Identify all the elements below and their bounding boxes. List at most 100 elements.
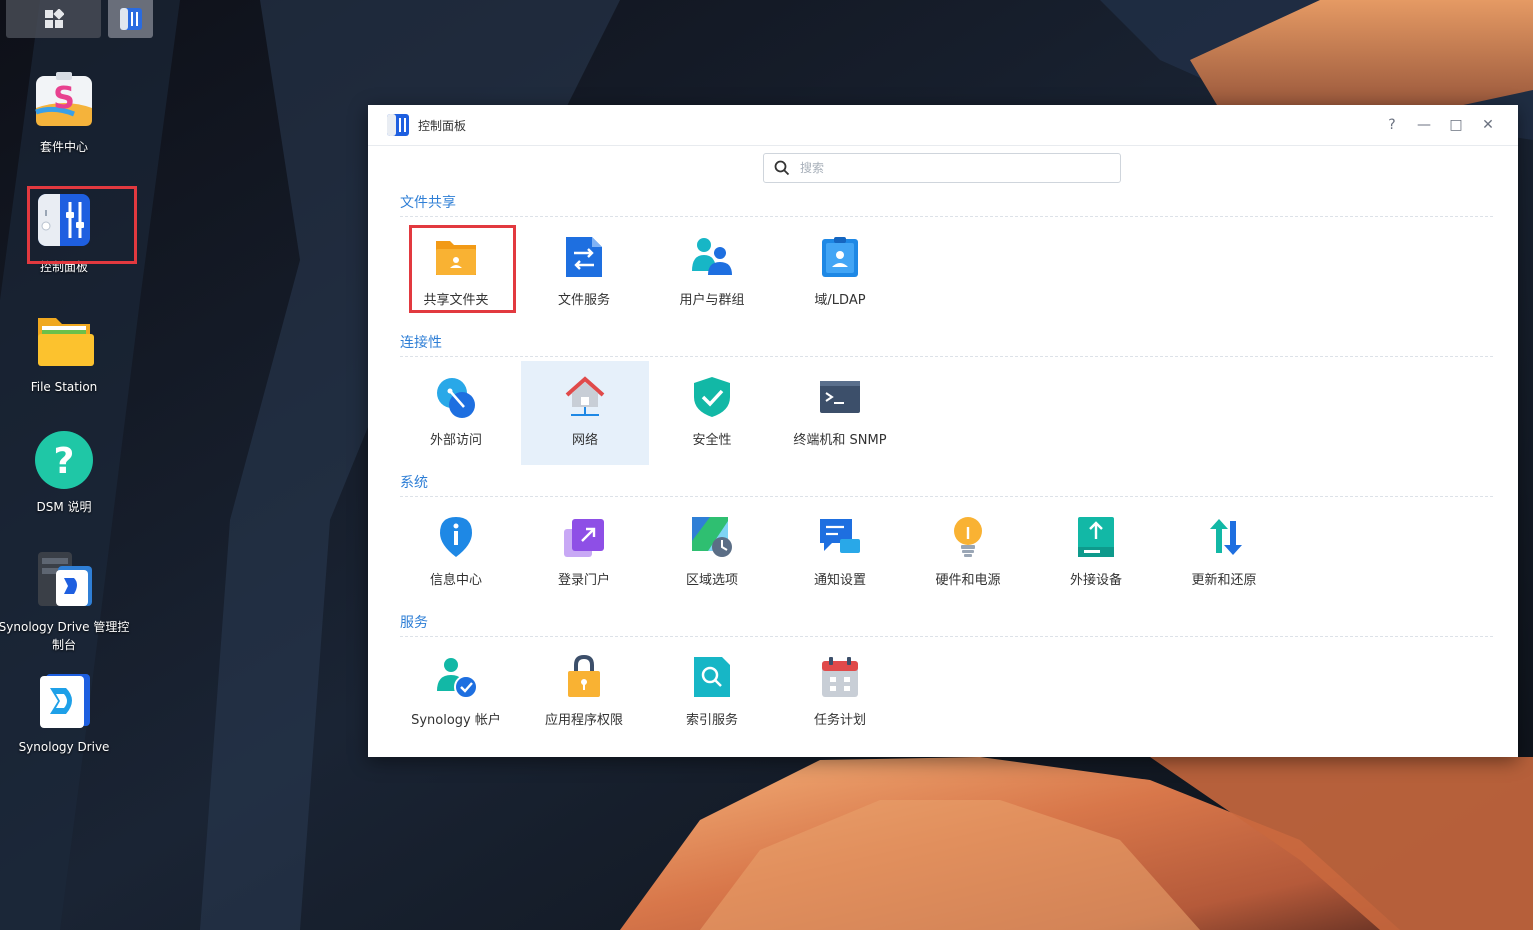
file-services-icon xyxy=(566,237,602,277)
control-panel-window[interactable]: 控制面板 ? — □ ✕ 文件共享 共享文件夹 文件服 xyxy=(368,105,1518,757)
tile-login-portal[interactable]: 登录门户 xyxy=(520,503,648,606)
desktop-icon-synology-drive[interactable]: Synology Drive xyxy=(0,670,128,756)
shared-folder-icon xyxy=(436,241,476,275)
tile-label: 文件服务 xyxy=(557,293,610,308)
control-panel-icon xyxy=(119,8,142,30)
tile-label: 区域选项 xyxy=(685,573,738,588)
external-devices-icon xyxy=(1078,517,1114,557)
regional-options-icon xyxy=(692,517,732,557)
section-divider xyxy=(400,356,1493,357)
tile-terminal-snmp[interactable]: 终端机和 SNMP xyxy=(776,363,904,466)
tile-external-devices[interactable]: 外接设备 xyxy=(1032,503,1160,606)
info-center-icon xyxy=(440,517,472,557)
desktop-icon-label: 控制面板 xyxy=(39,260,88,274)
close-button[interactable]: ✕ xyxy=(1472,105,1504,145)
section-title-file-sharing: 文件共享 xyxy=(400,195,456,211)
terminal-icon xyxy=(820,381,860,413)
domain-ldap-icon xyxy=(822,237,858,277)
help-icon: ? xyxy=(35,431,93,489)
search-input[interactable] xyxy=(798,160,1102,176)
svg-text:?: ? xyxy=(54,441,75,482)
tile-label: 终端机和 SNMP xyxy=(793,433,887,448)
login-portal-icon xyxy=(564,519,604,557)
package-center-icon: S xyxy=(35,72,92,126)
search-icon xyxy=(774,160,790,176)
section-title-system: 系统 xyxy=(400,475,428,491)
drive-admin-icon xyxy=(38,552,92,606)
task-scheduler-icon xyxy=(822,657,858,697)
section-title-services: 服务 xyxy=(400,615,428,631)
section-divider xyxy=(400,636,1493,637)
tile-label: 外部访问 xyxy=(429,433,482,448)
desktop-icon-control-panel[interactable]: 控制面板 xyxy=(0,190,128,276)
desktop-icon-label: 套件中心 xyxy=(39,140,88,154)
search-box[interactable] xyxy=(763,153,1121,183)
tile-label: 通知设置 xyxy=(813,573,866,588)
desktop-icon-drive-admin[interactable]: Synology Drive 管理控制台 xyxy=(0,550,129,654)
window-title: 控制面板 xyxy=(418,118,467,133)
tile-label: 索引服务 xyxy=(685,713,738,728)
tile-shared-folder[interactable]: 共享文件夹 xyxy=(392,223,520,326)
section-divider xyxy=(400,496,1493,497)
notification-icon xyxy=(820,519,860,553)
network-icon xyxy=(565,376,605,416)
tile-info-center[interactable]: 信息中心 xyxy=(392,503,520,606)
svg-text:S: S xyxy=(53,81,75,116)
tile-label: 更新和还原 xyxy=(1191,573,1257,588)
tile-app-privileges[interactable]: 应用程序权限 xyxy=(520,643,648,746)
main-menu-button[interactable] xyxy=(6,0,101,38)
desktop-icon-label: Synology Drive xyxy=(18,740,110,754)
minimize-button[interactable]: — xyxy=(1408,105,1440,145)
indexing-service-icon xyxy=(694,657,730,697)
desktop-icon-label: Synology Drive 管理控制台 xyxy=(0,620,130,652)
folder-icon xyxy=(38,318,94,366)
app-privileges-icon xyxy=(568,655,600,697)
tile-hardware-power[interactable]: 硬件和电源 xyxy=(904,503,1032,606)
tile-label: 安全性 xyxy=(692,433,732,448)
tile-label: Synology 帐户 xyxy=(411,713,501,728)
tile-domain-ldap[interactable]: 域/LDAP xyxy=(776,223,904,326)
section-divider xyxy=(400,216,1493,217)
tile-user-group[interactable]: 用户与群组 xyxy=(648,223,776,326)
drive-icon xyxy=(40,674,90,728)
tile-label: 网络 xyxy=(571,433,598,448)
tile-synology-account[interactable]: Synology 帐户 xyxy=(392,643,520,746)
desktop-icon-label: DSM 说明 xyxy=(36,500,92,514)
tile-label: 用户与群组 xyxy=(679,293,745,308)
minimize-icon: — xyxy=(1417,117,1431,133)
help-button[interactable]: ? xyxy=(1376,105,1408,145)
tile-security[interactable]: 安全性 xyxy=(648,363,776,466)
desktop-icon-dsm-help[interactable]: ? DSM 说明 xyxy=(0,430,128,516)
external-access-icon xyxy=(437,378,475,418)
tile-task-scheduler[interactable]: 任务计划 xyxy=(776,643,904,746)
tile-label: 信息中心 xyxy=(429,573,482,588)
tile-external-access[interactable]: 外部访问 xyxy=(392,363,520,466)
tile-label: 登录门户 xyxy=(557,573,610,588)
close-icon: ✕ xyxy=(1482,117,1494,133)
desktop-icon-file-station[interactable]: File Station xyxy=(0,310,128,396)
tile-network[interactable]: 网络 xyxy=(521,361,649,465)
tile-indexing-service[interactable]: 索引服务 xyxy=(648,643,776,746)
hardware-power-icon xyxy=(954,517,982,557)
tile-regional-options[interactable]: 区域选项 xyxy=(648,503,776,606)
user-group-icon xyxy=(692,238,732,275)
control-panel-icon xyxy=(38,194,90,246)
maximize-icon: □ xyxy=(1449,117,1463,133)
desktop-icon-package-center[interactable]: S 套件中心 xyxy=(0,70,128,156)
synology-account-icon xyxy=(437,658,478,699)
section-title-connectivity: 连接性 xyxy=(400,335,442,351)
window-titlebar[interactable]: 控制面板 ? — □ ✕ xyxy=(368,105,1518,146)
help-icon: ? xyxy=(1388,117,1396,133)
tile-label: 硬件和电源 xyxy=(935,573,1001,588)
tile-file-services[interactable]: 文件服务 xyxy=(520,223,648,326)
update-restore-icon xyxy=(1210,519,1242,555)
maximize-button[interactable]: □ xyxy=(1440,105,1472,145)
control-panel-icon xyxy=(386,113,410,137)
taskbar-control-panel-button[interactable] xyxy=(108,0,153,38)
tile-update-restore[interactable]: 更新和还原 xyxy=(1160,503,1288,606)
tile-label: 应用程序权限 xyxy=(544,713,623,728)
tile-label: 任务计划 xyxy=(813,713,866,728)
desktop-icon-label: File Station xyxy=(30,380,98,394)
tile-label: 域/LDAP xyxy=(814,293,866,308)
tile-notification[interactable]: 通知设置 xyxy=(776,503,904,606)
